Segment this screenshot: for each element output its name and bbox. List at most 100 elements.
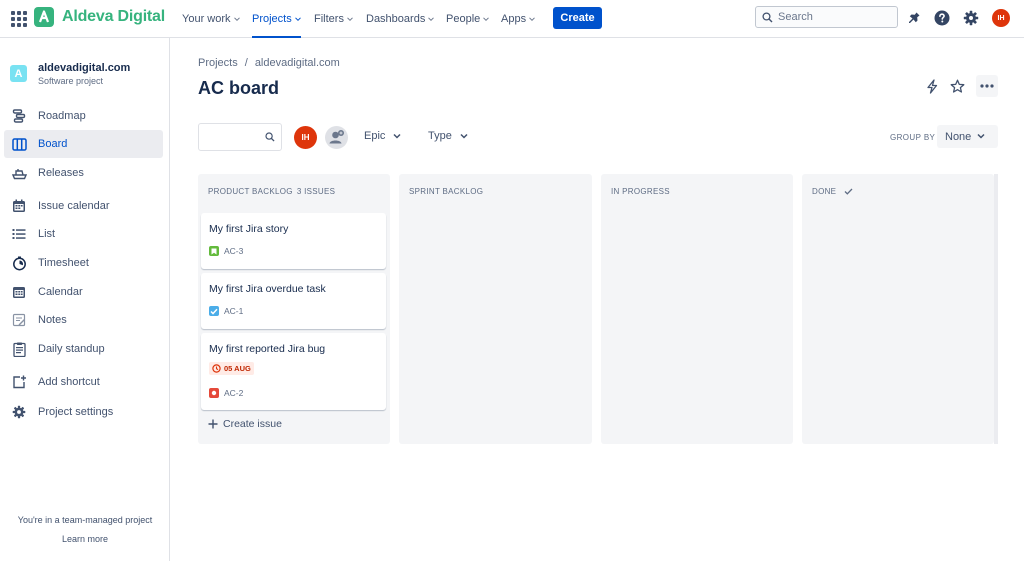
bug-icon bbox=[209, 388, 219, 398]
sidebar-item-roadmap[interactable]: Roadmap bbox=[4, 102, 163, 130]
notifications-icon[interactable] bbox=[905, 9, 923, 27]
search-icon bbox=[265, 132, 275, 142]
board-horizontal-scroll-edge[interactable] bbox=[994, 174, 998, 444]
create-button[interactable]: Create bbox=[553, 7, 602, 29]
due-date-badge: 05 AUG bbox=[209, 362, 254, 375]
more-actions-button[interactable] bbox=[976, 75, 998, 97]
team-managed-note: You're in a team-managed project bbox=[17, 515, 153, 525]
chevron-down-icon bbox=[233, 17, 240, 22]
add-person-icon bbox=[329, 130, 344, 144]
type-filter-label: Type bbox=[428, 130, 452, 142]
profile-avatar[interactable]: IH bbox=[992, 9, 1010, 27]
column-header: DONE bbox=[812, 187, 853, 196]
sidebar-item-list[interactable]: List bbox=[4, 220, 163, 248]
global-search[interactable] bbox=[755, 6, 898, 28]
help-icon[interactable] bbox=[933, 9, 951, 27]
sidebar-item-label: Project settings bbox=[38, 406, 114, 418]
sidebar-item-label: Board bbox=[38, 138, 68, 150]
chevron-down-icon bbox=[428, 17, 435, 22]
sidebar-item-issue-calendar[interactable]: Issue calendar bbox=[4, 192, 163, 220]
nav-apps[interactable]: Apps bbox=[501, 0, 535, 38]
star-icon[interactable] bbox=[946, 75, 968, 97]
column-done: DONE bbox=[802, 174, 994, 444]
sidebar-item-calendar[interactable]: Calendar bbox=[4, 278, 163, 306]
brand-name: Aldeva Digital bbox=[62, 8, 166, 25]
breadcrumb-separator: / bbox=[244, 57, 248, 69]
chevron-down-icon bbox=[393, 133, 401, 139]
sidebar-item-board[interactable]: Board bbox=[4, 130, 163, 158]
global-search-input[interactable] bbox=[778, 11, 888, 23]
app-switcher-icon[interactable] bbox=[9, 9, 27, 27]
issue-calendar-icon bbox=[10, 197, 28, 215]
brand-logo[interactable]: Aldeva Digital bbox=[34, 7, 165, 27]
sidebar-item-label: Calendar bbox=[38, 286, 83, 298]
column-title: DONE bbox=[812, 187, 837, 196]
chevron-down-icon bbox=[529, 17, 535, 22]
timesheet-icon bbox=[10, 254, 28, 272]
breadcrumb-projects[interactable]: Projects bbox=[198, 57, 238, 69]
nav-dashboards[interactable]: Dashboards bbox=[366, 0, 435, 38]
epic-filter[interactable]: Epic bbox=[364, 130, 401, 142]
type-filter[interactable]: Type bbox=[428, 130, 468, 142]
page-title: AC board bbox=[198, 78, 279, 98]
issue-card-ac-3[interactable]: My first Jira story AC-3 bbox=[201, 213, 386, 269]
sidebar-item-daily-standup[interactable]: Daily standup bbox=[4, 335, 163, 363]
issue-meta: AC-2 bbox=[209, 388, 243, 398]
top-navigation: Aldeva Digital Your work Projects Filter… bbox=[0, 0, 1024, 38]
clock-icon bbox=[212, 364, 221, 373]
story-icon bbox=[209, 246, 219, 256]
issue-summary: My first Jira story bbox=[209, 223, 289, 235]
sidebar-item-notes[interactable]: Notes bbox=[4, 306, 163, 334]
project-name: aldevadigital.com bbox=[38, 62, 131, 74]
nav-people[interactable]: People bbox=[446, 0, 490, 38]
roadmap-icon bbox=[10, 107, 28, 125]
settings-icon[interactable] bbox=[962, 9, 980, 27]
checkmark-icon bbox=[844, 188, 853, 195]
nav-your-work-label: Your work bbox=[182, 13, 231, 25]
sidebar-item-label: Notes bbox=[38, 314, 67, 326]
sidebar-item-add-shortcut[interactable]: Add shortcut bbox=[4, 368, 163, 396]
sidebar-item-label: Add shortcut bbox=[38, 376, 100, 388]
column-title: SPRINT BACKLOG bbox=[409, 187, 484, 196]
breadcrumb-project[interactable]: aldevadigital.com bbox=[255, 57, 340, 69]
automation-icon[interactable] bbox=[921, 75, 943, 97]
board-search-input[interactable] bbox=[203, 128, 261, 146]
issue-key: AC-2 bbox=[224, 388, 244, 398]
daily-standup-icon bbox=[10, 340, 28, 358]
chevron-down-icon bbox=[460, 133, 468, 139]
add-people-avatar[interactable] bbox=[325, 126, 348, 149]
issue-key: AC-1 bbox=[224, 306, 244, 316]
list-icon bbox=[10, 225, 28, 243]
issue-summary: My first reported Jira bug bbox=[209, 343, 326, 355]
group-by-select[interactable]: None bbox=[937, 125, 998, 148]
search-icon bbox=[762, 11, 773, 22]
column-product-backlog: PRODUCT BACKLOG 3 ISSUES My first Jira s… bbox=[198, 174, 390, 444]
releases-icon bbox=[10, 164, 28, 182]
sidebar-item-timesheet[interactable]: Timesheet bbox=[4, 249, 163, 277]
add-shortcut-icon bbox=[10, 373, 28, 391]
due-date-value: 05 AUG bbox=[224, 364, 251, 373]
issue-summary: My first Jira overdue task bbox=[209, 283, 326, 295]
nav-dashboards-label: Dashboards bbox=[366, 13, 426, 25]
sidebar-item-label: Releases bbox=[38, 167, 84, 179]
issue-card-ac-1[interactable]: My first Jira overdue task AC-1 bbox=[201, 273, 386, 329]
notes-icon bbox=[10, 311, 28, 329]
nav-people-label: People bbox=[446, 13, 481, 25]
sidebar-item-releases[interactable]: Releases bbox=[4, 159, 163, 187]
assignee-filter-avatar[interactable]: IH bbox=[294, 126, 317, 149]
nav-your-work[interactable]: Your work bbox=[182, 0, 240, 38]
chevron-down-icon bbox=[977, 133, 985, 139]
nav-filters[interactable]: Filters bbox=[314, 0, 353, 38]
project-header[interactable]: A aldevadigital.com Software project bbox=[10, 62, 130, 86]
project-avatar: A bbox=[10, 65, 27, 82]
chevron-down-icon bbox=[347, 17, 353, 22]
issue-meta: AC-3 bbox=[209, 246, 243, 256]
create-issue-button[interactable]: Create issue bbox=[208, 418, 282, 430]
sidebar-item-project-settings[interactable]: Project settings bbox=[4, 398, 163, 426]
board-search[interactable] bbox=[198, 123, 282, 151]
issue-card-ac-2[interactable]: My first reported Jira bug 05 AUG AC-2 bbox=[201, 333, 386, 410]
nav-projects[interactable]: Projects bbox=[252, 0, 301, 38]
column-header: SPRINT BACKLOG bbox=[409, 187, 483, 196]
issue-meta: AC-1 bbox=[209, 306, 243, 316]
learn-more-link[interactable]: Learn more bbox=[0, 534, 170, 544]
